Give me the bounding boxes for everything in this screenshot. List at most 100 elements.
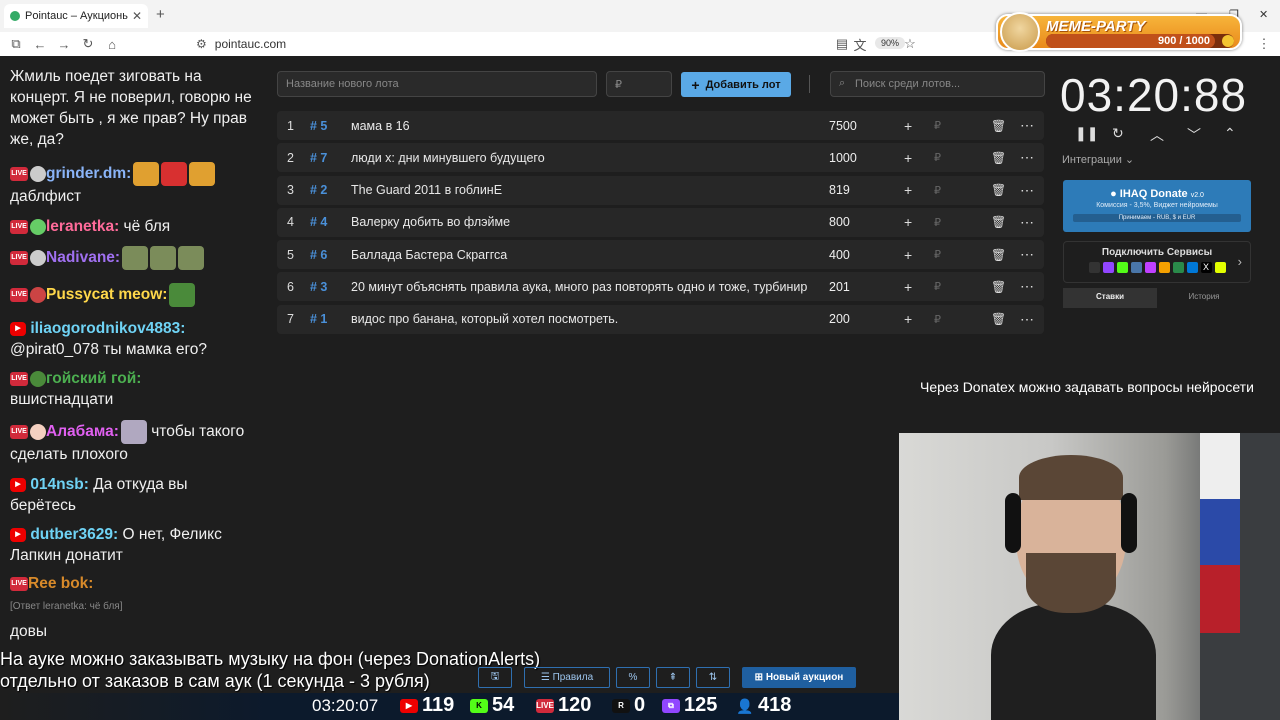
trash-icon[interactable]: 🗑 xyxy=(991,312,1006,326)
translate-icon[interactable]: 文 xyxy=(848,35,872,54)
pepe-emote-icon xyxy=(169,283,196,307)
add-amount-icon[interactable]: + xyxy=(904,311,912,327)
lot-rank: 2 xyxy=(287,150,294,165)
ihaq-donate-card[interactable]: ● IHAQ Donate v2.0 Комиссия - 3,5%, Видж… xyxy=(1063,180,1251,232)
ruble-icon[interactable]: ₽ xyxy=(934,280,941,293)
music-notice: На ауке можно заказывать музыку на фон (… xyxy=(0,649,541,691)
lot-name[interactable]: 20 минут объяснять правила аука, много р… xyxy=(351,280,813,294)
more-icon[interactable]: ⋯ xyxy=(1020,311,1034,328)
tab-bets[interactable]: Ставки xyxy=(1063,288,1157,308)
ruble-icon[interactable]: ₽ xyxy=(934,184,941,197)
lot-name[interactable]: Баллада Бастера Скраггса xyxy=(351,248,813,262)
chevron-right-icon: › xyxy=(1237,254,1242,269)
donatepay-icon xyxy=(1158,262,1170,273)
trash-icon[interactable]: 🗑 xyxy=(991,151,1006,165)
youtube-badge-icon: ▶ xyxy=(10,477,26,492)
add-lot-button[interactable]: + Добавить лот xyxy=(681,72,791,97)
meme-party-title: MEME-PARTY xyxy=(1046,18,1146,35)
add-amount-icon[interactable]: + xyxy=(904,118,912,134)
rules-button[interactable]: ☰ Правила xyxy=(524,667,610,688)
more-icon[interactable]: ⋯ xyxy=(1020,246,1034,263)
lot-name[interactable]: видос про банана, который хотел посмотре… xyxy=(351,312,813,326)
ruble-icon[interactable]: ₽ xyxy=(934,248,941,261)
menu-icon[interactable]: ⋮ xyxy=(1252,36,1276,52)
reset-icon[interactable]: ↻ xyxy=(1112,125,1124,142)
avatar xyxy=(30,424,46,440)
lot-id: # 6 xyxy=(310,247,328,262)
browser-tab[interactable]: Pointauc – Аукционы, лотереи ✕ xyxy=(4,4,148,28)
more-icon[interactable]: ⋯ xyxy=(1020,182,1034,199)
lot-name[interactable]: мама в 16 xyxy=(351,119,813,133)
live-badge-icon: LIVE xyxy=(10,167,28,181)
add-amount-icon[interactable]: + xyxy=(904,279,912,295)
pause-icon[interactable]: ❚❚ xyxy=(1075,125,1098,142)
lot-name[interactable]: люди х: дни минувшего будущего xyxy=(351,151,813,165)
history-tabs: Ставки История xyxy=(1063,288,1251,308)
chevron-up-icon[interactable]: ︿ xyxy=(1150,125,1164,145)
add-amount-icon[interactable]: + xyxy=(904,214,912,230)
lot-name[interactable]: The Guard 2011 в гоблинЕ xyxy=(351,183,813,197)
trash-icon[interactable]: 🗑 xyxy=(991,280,1006,294)
connect-services-label: Подключить Сервисы xyxy=(1101,247,1213,258)
trash-icon[interactable]: 🗑 xyxy=(991,183,1006,197)
integrations-toggle[interactable]: Интеграции ⌄ xyxy=(1062,153,1134,166)
avatar xyxy=(30,287,46,303)
lot-row[interactable]: 2 # 7 люди х: дни минувшего будущего 1000 + ₽… xyxy=(277,143,1044,173)
lot-name[interactable]: Валерку добить во флэйме xyxy=(351,215,813,229)
trash-icon[interactable]: 🗑 xyxy=(991,248,1006,262)
emote-icon xyxy=(122,246,149,270)
close-window-icon[interactable]: ✕ xyxy=(1259,8,1268,21)
ruble-icon[interactable]: ₽ xyxy=(934,119,941,132)
trash-icon[interactable]: 🗑 xyxy=(991,119,1006,133)
lot-amount: 7500 xyxy=(829,118,857,133)
plus-icon: + xyxy=(691,76,700,93)
ruble-icon[interactable]: ₽ xyxy=(934,216,941,229)
percent-button[interactable]: % xyxy=(616,667,650,688)
chat-message: LIVE Pussycat meow: xyxy=(10,283,255,307)
kick-icon: K xyxy=(470,698,488,713)
more-icon[interactable]: ⋯ xyxy=(1020,117,1034,134)
add-amount-icon[interactable]: + xyxy=(904,247,912,263)
trash-icon[interactable]: 🗑 xyxy=(991,215,1006,229)
lot-row[interactable]: 3 # 2 The Guard 2011 в гоблинЕ 819 + ₽ 🗑 ⋯ xyxy=(277,175,1044,205)
lot-row[interactable]: 7 # 1 видос про банана, который хотел посм… xyxy=(277,304,1044,334)
zoom-indicator[interactable]: 90% xyxy=(875,37,906,49)
add-amount-icon[interactable]: + xyxy=(904,182,912,198)
tab-history[interactable]: История xyxy=(1157,288,1251,308)
lot-rank: 6 xyxy=(287,279,294,294)
add-amount-icon[interactable]: + xyxy=(904,150,912,166)
lot-search-input[interactable]: ⌕ Поиск среди лотов... xyxy=(830,71,1045,97)
lot-row[interactable]: 4 # 4 Валерку добить во флэйме 800 + ₽ 🗑 ⋯ xyxy=(277,207,1044,237)
emote-icon xyxy=(120,420,147,444)
ruble-icon[interactable]: ₽ xyxy=(934,313,941,326)
lot-row[interactable]: 5 # 6 Баллада Бастера Скраггса 400 + ₽ 🗑 ⋯ xyxy=(277,240,1044,270)
tab-title: Pointauc – Аукционы, лотереи xyxy=(25,10,128,22)
ruble-icon[interactable]: ₽ xyxy=(934,151,941,164)
chat-overlay: Жмиль поедет зиговать на концерт. Я не п… xyxy=(0,48,262,648)
chat-message: LIVE leranetka: чё бля xyxy=(10,218,171,235)
r-icon: R xyxy=(612,698,630,713)
lot-rank: 7 xyxy=(287,312,294,327)
emote-icon xyxy=(150,246,177,270)
streamer-image xyxy=(991,443,1156,720)
lot-row[interactable]: 6 # 3 20 минут объяснять правила аука, мно… xyxy=(277,272,1044,302)
more-icon[interactable]: ⋯ xyxy=(1020,149,1034,166)
save-icon[interactable]: 🖫 xyxy=(478,667,512,688)
lot-amount: 1000 xyxy=(829,150,857,165)
double-chevron-up-icon[interactable]: ⌃ xyxy=(1224,125,1236,142)
lot-row[interactable]: 1 # 5 мама в 16 7500 + ₽ 🗑 ⋯ xyxy=(277,111,1044,140)
connect-services-card[interactable]: Подключить Сервисы X › xyxy=(1063,241,1251,283)
new-tab-icon[interactable]: + xyxy=(156,6,165,23)
new-auction-button[interactable]: ⊞ Новый аукцион xyxy=(742,667,856,688)
chevron-down-icon[interactable]: ﹀ xyxy=(1187,125,1201,145)
viewers-stat: 👤 418 xyxy=(736,694,792,716)
meme-party-count: 900 / 1000 xyxy=(1158,35,1210,47)
lot-rank: 1 xyxy=(287,118,294,133)
more-icon[interactable]: ⋯ xyxy=(1020,214,1034,231)
sort-icon[interactable]: ⇅ xyxy=(696,667,730,688)
more-icon[interactable]: ⋯ xyxy=(1020,278,1034,295)
split-icon[interactable]: ⇞ xyxy=(656,667,690,688)
new-lot-name-input[interactable]: Название нового лота xyxy=(277,71,597,97)
close-tab-icon[interactable]: ✕ xyxy=(132,9,142,23)
new-lot-amount-input[interactable]: ₽ xyxy=(606,71,672,97)
